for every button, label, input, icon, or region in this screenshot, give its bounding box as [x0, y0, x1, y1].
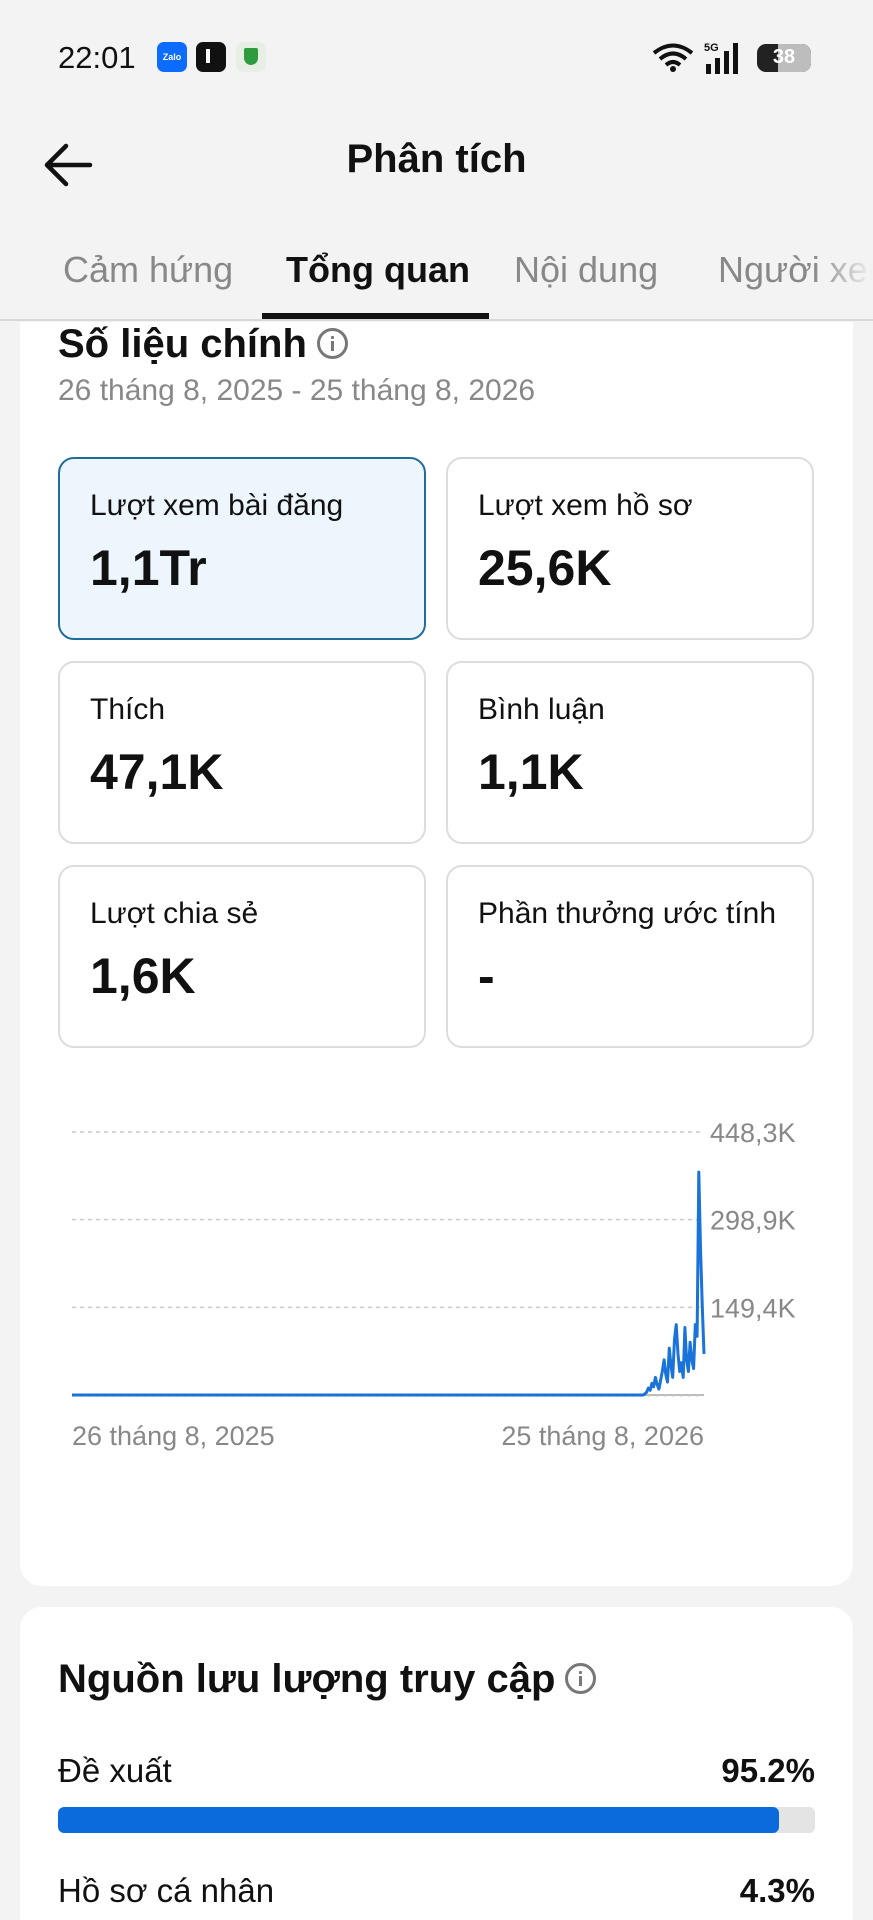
metric-value: - — [478, 948, 495, 1004]
wifi-icon — [652, 43, 694, 72]
traffic-sources-card: Nguồn lưu lượng truy cập Đề xuất 95.2% H… — [20, 1607, 853, 1920]
status-time: 22:01 — [58, 40, 136, 75]
metric-value: 1,1Tr — [90, 540, 207, 596]
chart-y-tick-label: 298,9K — [710, 1206, 796, 1236]
traffic-source-percent: 4.3% — [739, 1872, 815, 1909]
key-metrics-title: Số liệu chính — [58, 322, 307, 366]
status-bar: 22:01 Zalo 5G 38 — [0, 0, 873, 115]
metric-value: 1,1K — [478, 744, 584, 800]
metric-value: 1,6K — [90, 948, 196, 1004]
traffic-title: Nguồn lưu lượng truy cập — [58, 1657, 556, 1701]
tab-bar: Cảm hứng Tổng quan Nội dung Người xem — [0, 225, 873, 321]
traffic-source-percent: 95.2% — [721, 1752, 815, 1789]
tiktok-icon — [196, 42, 226, 72]
tab-inspiration[interactable]: Cảm hứng — [63, 249, 233, 291]
key-metrics-title-row: Số liệu chính — [58, 322, 348, 367]
metric-card-post-views[interactable]: Lượt xem bài đăng 1,1Tr — [58, 457, 426, 640]
metric-label: Phần thưởng ước tính — [478, 897, 777, 930]
chart-y-tick-label: 149,4K — [710, 1293, 796, 1323]
chart-y-tick-label: 448,3K — [710, 1118, 796, 1148]
metric-card-comments[interactable]: Bình luận 1,1K — [446, 661, 814, 844]
zalo-icon: Zalo — [157, 42, 187, 72]
traffic-source-label: Hồ sơ cá nhân — [58, 1872, 275, 1909]
top-app-bar: Phân tích — [0, 115, 873, 225]
metric-value: 25,6K — [478, 540, 612, 596]
key-metrics-card: Số liệu chính 26 tháng 8, 2025 - 25 thán… — [20, 322, 853, 1586]
metric-label: Bình luận — [478, 693, 605, 726]
chart-x-tick-label: 26 tháng 8, 2025 — [72, 1421, 275, 1451]
shield-icon — [236, 42, 266, 72]
metric-card-shares[interactable]: Lượt chia sẻ 1,6K — [58, 865, 426, 1048]
traffic-title-row: Nguồn lưu lượng truy cập — [58, 1657, 597, 1702]
metric-value: 47,1K — [90, 744, 224, 800]
traffic-source-label: Đề xuất — [58, 1752, 172, 1789]
signal-icon: 5G — [704, 42, 738, 74]
metric-card-likes[interactable]: Thích 47,1K — [58, 661, 426, 844]
metric-card-estimated-rewards[interactable]: Phần thưởng ước tính - — [446, 865, 814, 1048]
zalo-icon-label: Zalo — [162, 52, 182, 62]
chart-line-post-views — [72, 1170, 706, 1397]
metric-label: Thích — [90, 693, 166, 726]
post-views-chart: 448,3K 298,9K 149,4K 26 tháng 8, 2025 25 thá… — [72, 1118, 796, 1451]
active-tab-indicator — [262, 313, 489, 319]
battery-level-text: 38 — [772, 46, 796, 68]
tab-content[interactable]: Nội dung — [514, 249, 658, 291]
info-icon[interactable] — [316, 327, 348, 359]
traffic-bar-fill — [58, 1807, 779, 1833]
tab-overview[interactable]: Tổng quan — [286, 249, 470, 291]
metric-label: Lượt xem hồ sơ — [478, 489, 693, 522]
chart-x-tick-label: 25 tháng 8, 2026 — [501, 1421, 704, 1451]
metric-card-profile-views[interactable]: Lượt xem hồ sơ 25,6K — [446, 457, 814, 640]
traffic-bar-track — [58, 1807, 815, 1833]
info-icon[interactable] — [565, 1662, 597, 1694]
page-title: Phân tích — [346, 137, 527, 181]
tab-fade — [813, 225, 873, 319]
metric-label: Lượt xem bài đăng — [90, 489, 344, 522]
date-range: 26 tháng 8, 2025 - 25 tháng 8, 2026 — [58, 374, 536, 407]
network-type-label: 5G — [704, 42, 719, 54]
battery-icon: 38 — [757, 44, 811, 72]
metric-label: Lượt chia sẻ — [90, 897, 259, 930]
